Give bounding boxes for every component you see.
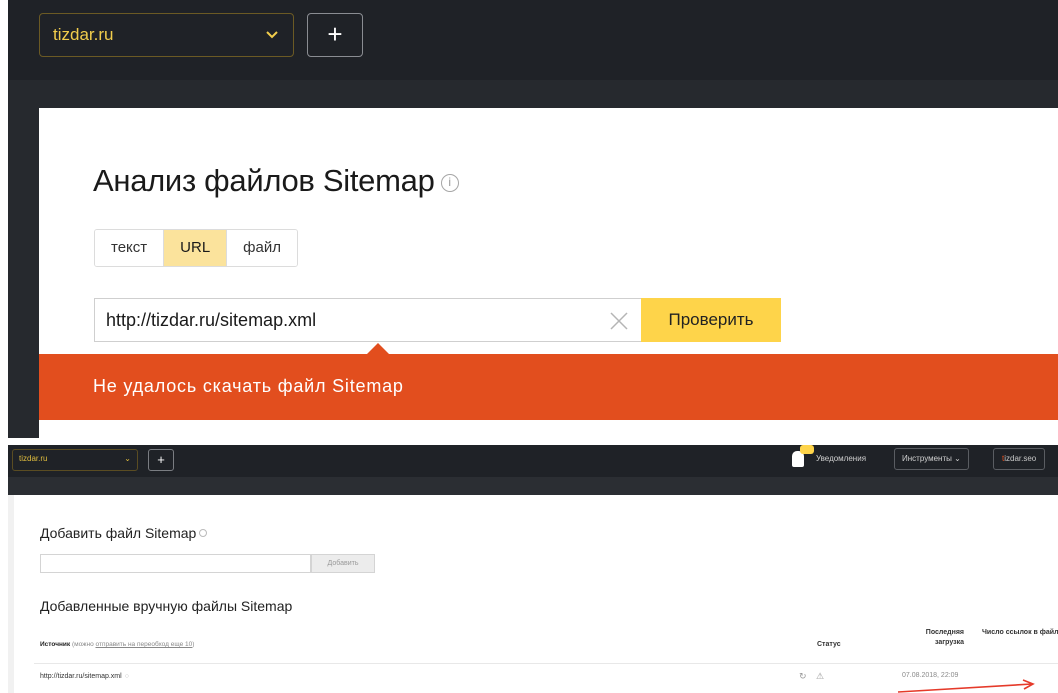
user-menu[interactable]: tizdar.seo (993, 448, 1046, 470)
header-strip (8, 477, 1058, 495)
added-sitemaps-title: Добавленные вручную файлы Sitemap (40, 598, 293, 614)
input-mode-tabs: текст URL файл (94, 229, 298, 267)
bottom-header: tizdar.ru ⌄ + Уведомления Инструменты ⌄ … (8, 445, 1058, 477)
error-pointer (367, 343, 389, 354)
sitemap-url[interactable]: http://tizdar.ru/sitemap.xml (40, 673, 122, 680)
column-source-label: Источник (40, 641, 71, 648)
error-banner: Не удалось скачать файл Sitemap (39, 343, 1058, 420)
column-source-hint-end: ) (192, 641, 195, 648)
add-site-button[interactable]: + (307, 13, 363, 57)
column-status: Статус (817, 641, 841, 648)
sitemap-files-card: Добавить файл Sitemap Добавить Добавленн… (14, 495, 1058, 693)
column-source: Источник (можно отправить на переобход е… (40, 641, 194, 648)
sitemap-files-panel: tizdar.ru ⌄ + Уведомления Инструменты ⌄ … (8, 445, 1058, 693)
page-title: Анализ файлов Sitemap i (93, 163, 459, 199)
notifications-link[interactable]: Уведомления (816, 454, 866, 463)
top-header: tizdar.ru + (8, 0, 1058, 80)
notification-badge (800, 445, 814, 454)
table-row-url[interactable]: http://tizdar.ru/sitemap.xml ○ (40, 673, 129, 680)
tools-menu[interactable]: Инструменты ⌄ (894, 448, 969, 470)
info-icon[interactable] (199, 529, 208, 537)
site-selector-value: tizdar.ru (53, 25, 114, 44)
column-source-hint: (можно (71, 641, 94, 648)
table-row-divider (34, 663, 1058, 664)
sitemap-url-input[interactable]: http://tizdar.ru/sitemap.xml (94, 298, 641, 342)
site-selector-small-value: tizdar.ru (19, 454, 48, 463)
info-icon[interactable]: ○ (125, 673, 129, 680)
sitemap-analysis-panel: tizdar.ru + Анализ файлов Sitemap i текст… (8, 0, 1058, 438)
annotation-arrow (897, 679, 1035, 693)
refresh-icon[interactable]: ↻ (799, 671, 807, 682)
column-link-count: Число ссылок в файле (982, 629, 1058, 636)
chevron-down-icon: ⌄ (124, 454, 131, 463)
sitemap-url-value: http://tizdar.ru/sitemap.xml (106, 310, 317, 330)
analysis-card: Анализ файлов Sitemap i текст URL файл ht… (39, 108, 1058, 438)
clear-icon[interactable] (609, 305, 629, 338)
tab-text[interactable]: текст (95, 230, 165, 266)
tab-file[interactable]: файл (227, 230, 297, 266)
add-site-button-small[interactable]: + (148, 449, 174, 471)
site-selector-small[interactable]: tizdar.ru ⌄ (12, 449, 138, 471)
page-title-text: Анализ файлов Sitemap (93, 163, 435, 198)
info-icon[interactable]: i (440, 174, 459, 192)
check-button[interactable]: Проверить (641, 298, 781, 342)
sitemap-add-input[interactable] (40, 554, 311, 573)
error-message: Не удалось скачать файл Sitemap (93, 376, 404, 396)
tab-url[interactable]: URL (164, 230, 228, 266)
resubmit-link[interactable]: отправить на переобход еще 10 (96, 641, 193, 648)
site-selector[interactable]: tizdar.ru (39, 13, 294, 57)
add-sitemap-title-text: Добавить файл Sitemap (40, 525, 197, 541)
warning-icon: ⚠ (816, 671, 825, 681)
user-name: izdar.seo (1004, 454, 1037, 463)
add-sitemap-title: Добавить файл Sitemap (40, 525, 208, 541)
column-last-load: Последняя загрузка (925, 629, 964, 646)
add-sitemap-button[interactable]: Добавить (311, 554, 375, 573)
chevron-down-icon (265, 28, 279, 45)
